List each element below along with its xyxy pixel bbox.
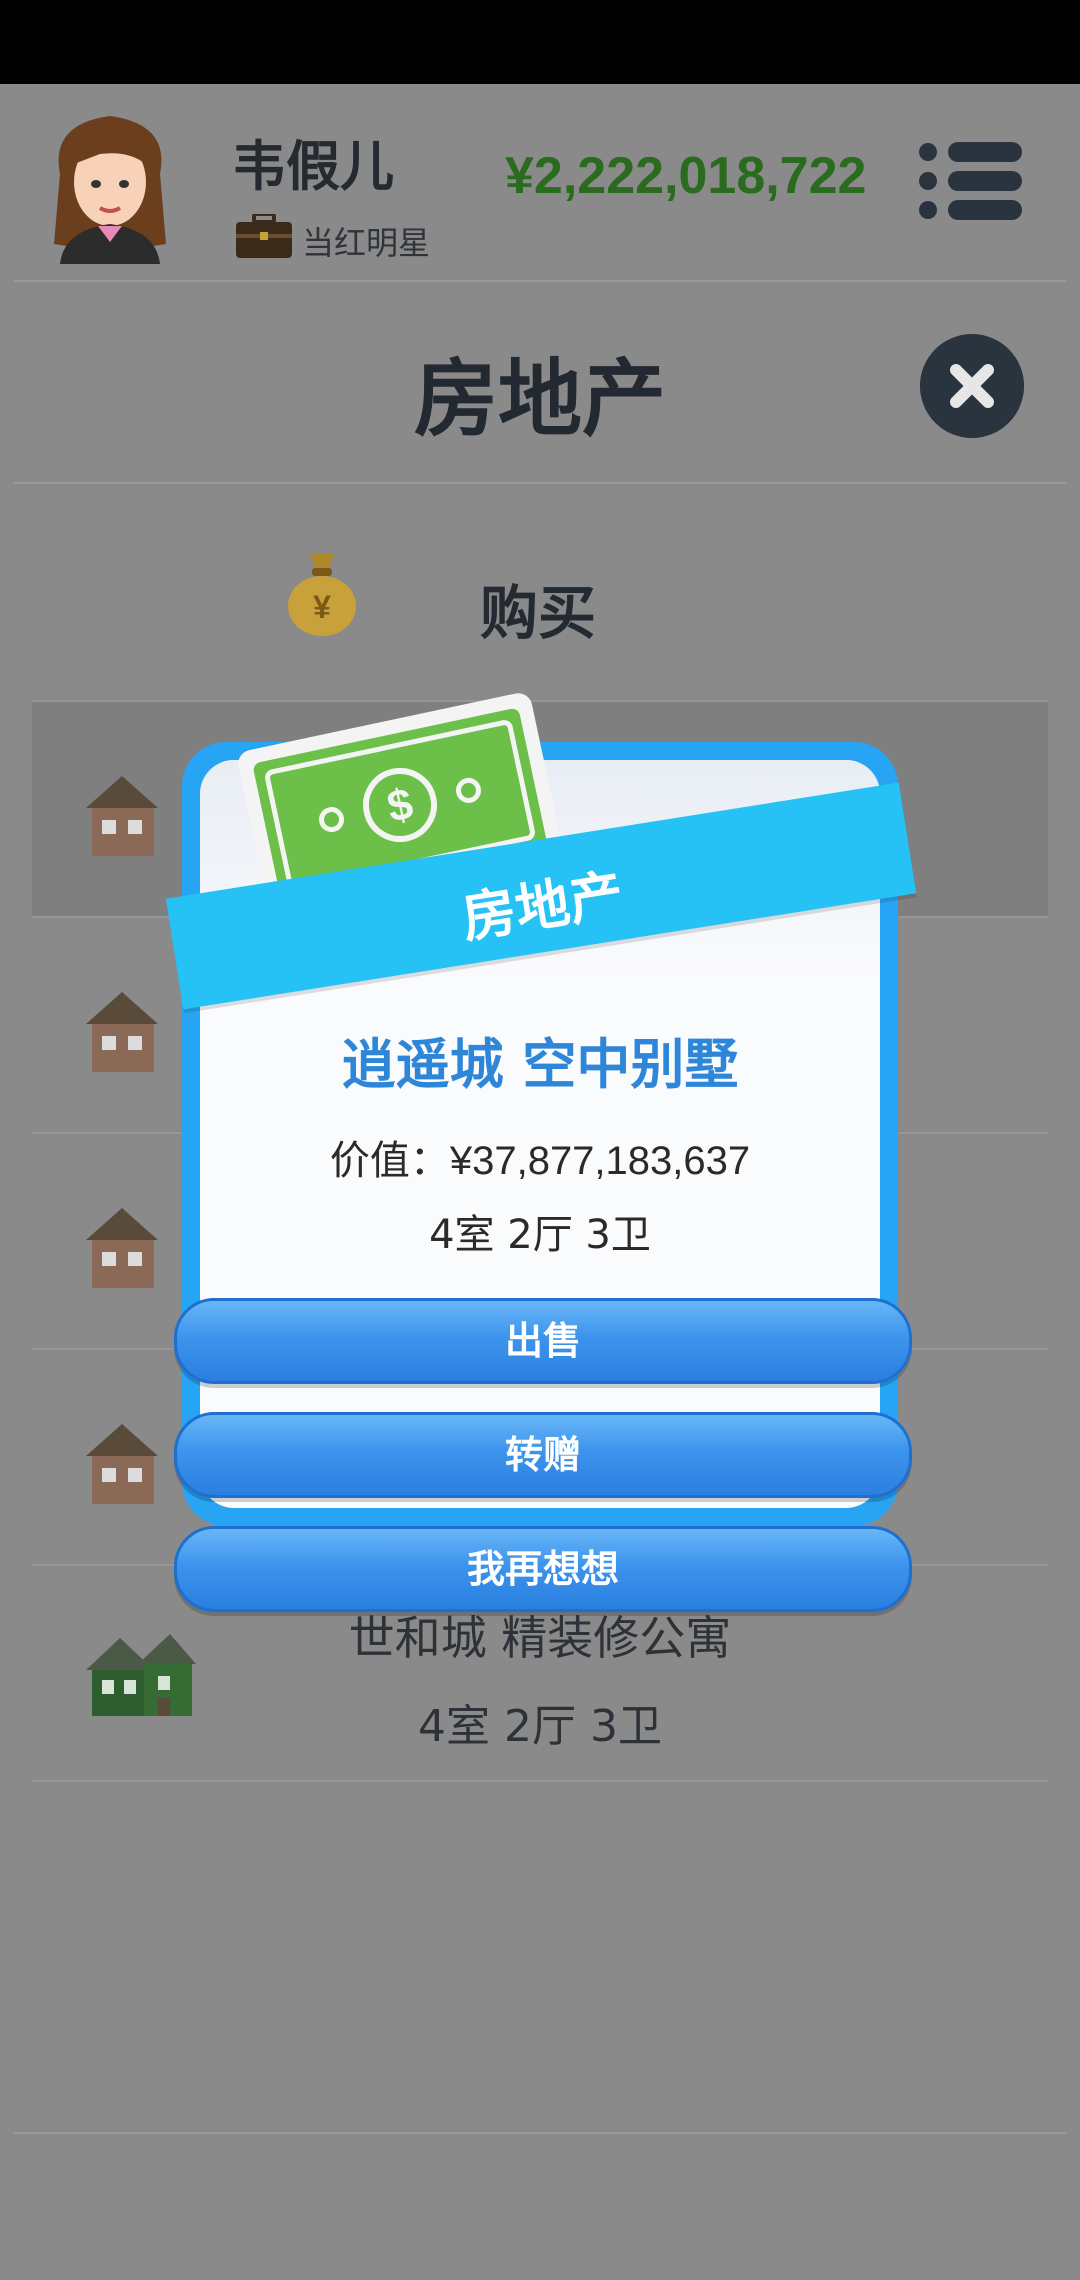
divider: [14, 280, 1066, 282]
modal-property-name: 逍遥城 空中别墅: [341, 1033, 739, 1096]
buy-tab[interactable]: ¥ 购买: [0, 548, 1080, 647]
modal-property-value: 价值：¥37,877,183,637: [329, 1139, 751, 1183]
money-bag-icon: ¥: [288, 554, 356, 636]
house-icon: [86, 776, 158, 856]
avatar[interactable]: [40, 104, 180, 264]
briefcase-icon: [236, 214, 292, 258]
gift-button[interactable]: 转赠: [174, 1412, 912, 1498]
sell-button[interactable]: 出售: [174, 1298, 912, 1384]
reconsider-button[interactable]: 我再想想: [174, 1526, 912, 1612]
svg-text:¥: ¥: [313, 589, 331, 625]
header: 韦假儿 当红明星 ¥2,222,018,722: [0, 84, 1080, 280]
divider: [14, 2132, 1066, 2134]
house-icon: [86, 1208, 158, 1288]
modal-property-rooms: 4室 2厅 3卫: [429, 1212, 651, 1258]
divider: [14, 482, 1066, 484]
menu-list-icon[interactable]: [918, 136, 1028, 226]
money-balance: ¥2,222,018,722: [505, 147, 867, 205]
close-icon[interactable]: [920, 334, 1024, 438]
buy-label: 购买: [480, 579, 597, 647]
page-title: 房地产: [413, 350, 666, 448]
job-title: 当红明星: [302, 224, 431, 262]
property-rooms: 4室 2厅 3卫: [418, 1701, 662, 1752]
status-bar: [0, 0, 1080, 84]
player-name: 韦假儿: [232, 135, 394, 198]
